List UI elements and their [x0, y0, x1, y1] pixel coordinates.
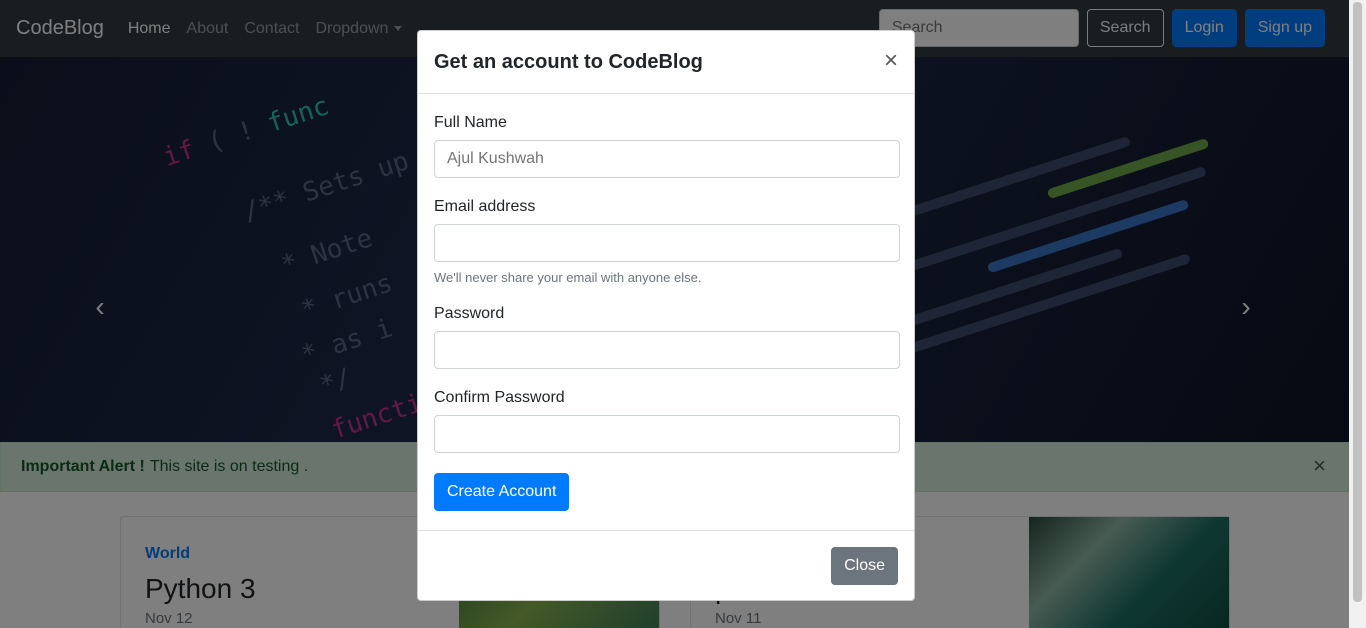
confirm-password-group: Confirm Password: [434, 389, 900, 453]
signup-modal: Get an account to CodeBlog × Full Name E…: [417, 30, 915, 601]
password-group: Password: [434, 305, 900, 369]
create-account-button[interactable]: Create Account: [434, 473, 570, 511]
email-help-text: We'll never share your email with anyone…: [434, 270, 702, 285]
email-input[interactable]: [434, 224, 900, 262]
scrollbar[interactable]: [1349, 0, 1366, 628]
email-group: Email address We'll never share your ema…: [434, 198, 900, 285]
full-name-input[interactable]: [434, 140, 900, 178]
close-button[interactable]: Close: [831, 547, 898, 585]
scrollbar-thumb[interactable]: [1353, 2, 1362, 602]
modal-footer: Close: [418, 530, 914, 600]
password-input[interactable]: [434, 331, 900, 369]
modal-title: Get an account to CodeBlog: [434, 50, 703, 73]
password-label: Password: [434, 305, 505, 322]
confirm-password-input[interactable]: [434, 415, 900, 453]
modal-header: Get an account to CodeBlog ×: [418, 31, 914, 94]
close-icon[interactable]: ×: [884, 49, 898, 73]
full-name-label: Full Name: [434, 114, 507, 131]
modal-body: Full Name Email address We'll never shar…: [418, 94, 914, 527]
confirm-password-label: Confirm Password: [434, 389, 565, 406]
email-label: Email address: [434, 198, 536, 215]
full-name-group: Full Name: [434, 114, 900, 178]
